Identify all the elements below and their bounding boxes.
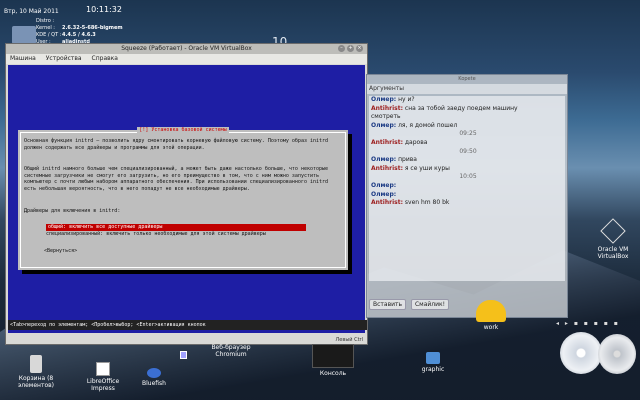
desktop-icon-bluefish[interactable]: Bluefish: [134, 368, 174, 387]
chat-message: Олмер:: [371, 181, 397, 189]
icon-label: Корзина (8 элементов): [17, 375, 54, 389]
icon-label: Консоль: [319, 370, 347, 377]
menu-machine[interactable]: Машина: [10, 55, 36, 62]
cd-disc-icon[interactable]: [598, 334, 636, 374]
chat-message: Antihrist: дарова: [371, 138, 428, 146]
virtualbox-window[interactable]: Squeeze (Работает) - Oracle VM VirtualBo…: [5, 43, 368, 359]
window-titlebar[interactable]: Squeeze (Работает) - Oracle VM VirtualBo…: [6, 44, 367, 54]
mouse-cursor-icon: [180, 351, 187, 359]
desktop-icon-trash[interactable]: Корзина (8 элементов): [16, 355, 56, 389]
window-title: Squeeze (Работает) - Oracle VM VirtualBo…: [121, 45, 252, 52]
menu-bar: Машина Устройства Справка: [6, 54, 367, 64]
media-player-controls[interactable]: ◂ ▸ ▪ ▪ ▪ ▪ ▪: [556, 320, 620, 327]
sysinfo-row: Kernel :2.6.32-5-686-bigmem: [36, 25, 123, 31]
sysinfo-row: KDE / QT :4.4.5 / 4.6.3: [36, 32, 96, 38]
host-key-indicator: Левый Ctrl: [335, 337, 363, 343]
dvd-disc-icon[interactable]: [560, 332, 602, 374]
chat-message: Олмер: ля, я домой пошел: [371, 121, 458, 129]
chat-message: Олмер: прива: [371, 156, 417, 164]
desktop-icon-graphic[interactable]: graphic: [415, 352, 451, 373]
chat-messages: Олмер: ну и? Antihrist: сна за тобой зае…: [369, 96, 565, 281]
option-generic-selected[interactable]: общий: включить все доступные драйверы: [46, 224, 306, 231]
close-icon[interactable]: ×: [356, 45, 363, 52]
monitor-icon: [12, 26, 36, 44]
desktop-icon-console[interactable]: Консоль: [308, 344, 358, 377]
vm-screen[interactable]: [!] Установка базовой системы Основная ф…: [8, 65, 365, 359]
icon-label: Oracle VM VirtualBox: [597, 246, 629, 260]
chat-timestamp: 10:05: [459, 173, 477, 181]
dialog-paragraph-2: Общий initrd намного больше чем специали…: [24, 166, 329, 192]
chat-message: Antihrist: sven hm 80 bk: [371, 199, 450, 207]
insert-button[interactable]: Вставить: [369, 299, 407, 310]
terminal-icon: [312, 344, 354, 368]
chat-timestamp: 09:25: [459, 130, 477, 138]
maximize-icon[interactable]: +: [347, 45, 354, 52]
icon-label: Bluefish: [142, 380, 166, 387]
option-targeted[interactable]: специализированный: включить только необ…: [46, 231, 316, 238]
dialog-title: [!] Установка базовой системы: [137, 127, 229, 133]
back-button[interactable]: <Вернуться>: [44, 248, 77, 255]
chat-message: смотреть: [371, 113, 401, 121]
installer-status-line: <Tab>переход по элементам; <Пробел>выбор…: [8, 320, 367, 330]
minimize-icon[interactable]: –: [338, 45, 345, 52]
folder-icon: [426, 352, 440, 364]
installer-dialog: [!] Установка базовой системы Основная ф…: [18, 127, 348, 270]
chat-message: Antihrist: я се уши куры: [371, 164, 450, 172]
presentation-icon: [96, 362, 110, 376]
chat-message: Antihrist: сна за тобой заеду поедем маш…: [371, 104, 518, 112]
dialog-paragraph-1: Основная функция initrd — позволить ядру…: [24, 138, 329, 151]
chat-timestamp: 09:50: [459, 147, 477, 155]
desktop-icon-virtualbox[interactable]: Oracle VM VirtualBox: [592, 218, 634, 260]
chat-toolbar: Вставить Смайлик!: [369, 298, 452, 312]
icon-label: graphic: [421, 366, 445, 373]
icon-label: LibreOffice Impress: [86, 378, 120, 392]
sysinfo-row: Distro :: [36, 18, 55, 24]
chat-title: Kopete: [458, 76, 476, 82]
chat-tab[interactable]: Аргументы: [367, 84, 567, 94]
date-label: Втр, 10 Май 2011: [4, 8, 59, 15]
time-label: 10:11:32: [86, 5, 122, 14]
dialog-prompt: Драйверы для включения в initrd:: [24, 208, 121, 214]
smiley-button[interactable]: Смайлик!: [410, 299, 450, 310]
menu-devices[interactable]: Устройства: [46, 55, 82, 62]
chat-window[interactable]: Kopete Аргументы Олмер: ну и? Antihrist:…: [366, 74, 568, 318]
hardhat-icon: [476, 300, 506, 322]
chat-message: Олмер: ну и?: [371, 96, 415, 103]
menu-help[interactable]: Справка: [92, 55, 118, 62]
desktop-icon-work[interactable]: work: [468, 300, 514, 331]
icon-label: work: [483, 324, 499, 331]
fish-icon: [147, 368, 161, 378]
desktop-icon-libreoffice[interactable]: LibreOffice Impress: [80, 362, 126, 392]
chat-message: Олмер:: [371, 190, 397, 198]
desktop-icon-chromium[interactable]: Веб-браузер Chromium: [208, 342, 254, 358]
virtualbox-icon: [600, 218, 626, 244]
icon-label: Веб-браузер Chromium: [211, 344, 251, 358]
trash-icon: [30, 355, 42, 373]
